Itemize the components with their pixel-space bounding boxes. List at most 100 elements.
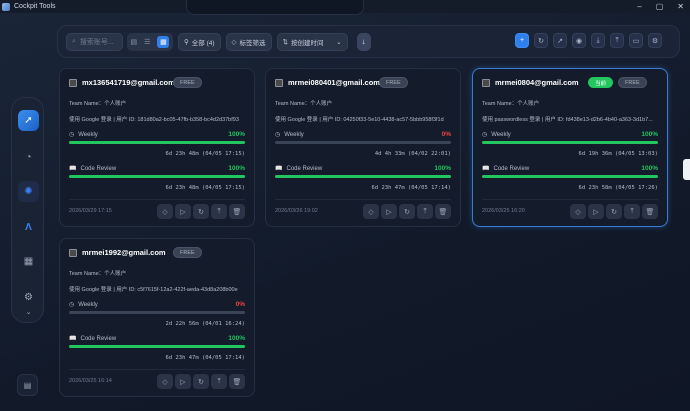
quota-label: 📖 Code Review: [69, 165, 117, 173]
export-card-button[interactable]: ⤒: [624, 204, 640, 219]
quota-bar-fill: [69, 141, 245, 144]
refresh-card-button[interactable]: ↻: [193, 374, 209, 389]
add-account-button[interactable]: +: [515, 33, 529, 48]
sidebar-item-antigravity[interactable]: Λ: [18, 217, 39, 238]
grid-view-icon[interactable]: ▦: [157, 35, 170, 48]
delete-button[interactable]: 🗑: [435, 204, 451, 219]
switch-button[interactable]: ▷: [175, 204, 191, 219]
sidebar-item-usage[interactable]: ◔: [18, 147, 39, 168]
rocket-icon: ➚: [24, 115, 33, 126]
account-card[interactable]: mx136541719@gmail.com FREE Team Name：个人账…: [59, 68, 255, 227]
sidebar: ➚ ◔ ✺ Λ ▦ ⚙ ⌄: [11, 97, 44, 323]
sidebar-item-apps[interactable]: ▦: [18, 251, 39, 272]
compact-view-icon[interactable]: ▤: [131, 38, 138, 46]
export-card-button[interactable]: ⤒: [211, 374, 227, 389]
import-button[interactable]: ⤓: [591, 33, 605, 48]
sidebar-expand-button[interactable]: ⌄: [18, 306, 39, 318]
quota-bar: [69, 345, 245, 348]
created-time: 2026/03/25 16:14: [69, 378, 112, 384]
top-panel-handle[interactable]: [186, 0, 364, 15]
account-card[interactable]: mrmei080401@gmail.com FREE Team Name：个人账…: [265, 68, 461, 227]
quota-name: Code Review: [80, 165, 117, 172]
export-card-button[interactable]: ⤒: [417, 204, 433, 219]
tag-button[interactable]: ◇: [157, 204, 173, 219]
refresh-button[interactable]: ↻: [534, 33, 548, 48]
logs-button[interactable]: ▤: [17, 374, 38, 396]
user-id: 使用 Google 登录 | 用户 ID: 181d80a2-bc05-47fb…: [69, 117, 239, 123]
sidebar-item-settings[interactable]: ⚙: [18, 287, 39, 308]
quota-percent: 100%: [228, 335, 245, 342]
select-checkbox[interactable]: [69, 249, 77, 257]
close-button[interactable]: ✕: [677, 2, 684, 11]
quota-name: Weekly: [78, 301, 98, 308]
clock-icon: ◷: [275, 132, 281, 138]
tag-icon: ◇: [368, 208, 374, 216]
quota-name: Code Review: [80, 335, 117, 342]
add-icon: +: [519, 37, 525, 44]
account-card[interactable]: mrmei0804@gmail.com 当前 FREE Team Name：个人账…: [472, 68, 668, 227]
team-name: Team Name：个人账户: [69, 101, 127, 107]
search-icon: ⌕: [72, 37, 76, 45]
filter-all-button[interactable]: ⚲ 全部 (4): [178, 32, 221, 51]
edge-handle[interactable]: [683, 159, 690, 180]
quota-bar-fill: [69, 345, 245, 348]
tag-button[interactable]: ◇: [157, 374, 173, 389]
badges: FREE: [379, 77, 408, 88]
export-card-button[interactable]: ⤒: [211, 204, 227, 219]
antigravity-icon: Λ: [25, 222, 32, 233]
settings-icon: ⚙: [24, 292, 33, 303]
filter-icon: ⚲: [184, 38, 189, 46]
search-input[interactable]: ⌕ 搜索账号...: [66, 32, 123, 51]
tag-filter-button[interactable]: ◇ 标签筛选: [225, 32, 272, 51]
user-id: 使用 passwordless 登录 | 用户 ID: fd438e13-d2b…: [482, 117, 653, 123]
book-icon: 📖: [69, 336, 77, 342]
trash-icon: 🗑: [645, 208, 655, 216]
clock-icon: ◷: [482, 132, 488, 138]
divider: [69, 369, 245, 370]
select-checkbox[interactable]: [482, 79, 490, 87]
delete-button[interactable]: 🗑: [229, 204, 245, 219]
tag-button[interactable]: ◇: [363, 204, 379, 219]
select-checkbox[interactable]: [69, 79, 77, 87]
play-icon: ▷: [593, 208, 599, 216]
import-icon: ⤓: [596, 36, 600, 44]
account-card[interactable]: mrmei1992@gmail.com FREE Team Name：个人账户 …: [59, 238, 255, 397]
quota-bar: [69, 141, 245, 144]
search-placeholder: 搜索账号...: [79, 38, 114, 46]
divider: [482, 199, 658, 200]
sidebar-item-dashboard[interactable]: ➚: [18, 110, 39, 131]
maximize-button[interactable]: ▢: [656, 2, 664, 11]
play-icon: ▷: [180, 378, 186, 386]
refresh-card-button[interactable]: ↻: [606, 204, 622, 219]
delete-button[interactable]: 🗑: [642, 204, 658, 219]
open-external-button[interactable]: ↗: [553, 33, 567, 48]
quota-reset-time: 4d 4h 33m (04/02 22:01): [374, 151, 451, 157]
list-view-icon[interactable]: ☰: [144, 38, 150, 46]
refresh-card-button[interactable]: ↻: [193, 204, 209, 219]
trash-icon: 🗑: [232, 378, 242, 386]
sidebar-item-codex[interactable]: ✺: [18, 181, 39, 202]
switch-button[interactable]: ▷: [175, 374, 191, 389]
visibility-button[interactable]: ◉: [572, 33, 586, 48]
quota-bar: [482, 175, 658, 178]
refresh-card-button[interactable]: ↻: [399, 204, 415, 219]
switch-button[interactable]: ▷: [381, 204, 397, 219]
quota-reset-time: 6d 23h 48m (04/05 17:15): [165, 185, 245, 191]
tag-button[interactable]: ◇: [570, 204, 586, 219]
sort-select[interactable]: ⇅ 按创建时间 ⌄: [276, 32, 348, 51]
created-time: 2026/03/25 16:20: [482, 208, 525, 214]
account-email: mrmei0804@gmail.com: [495, 78, 579, 87]
delete-button[interactable]: 🗑: [229, 374, 245, 389]
sort-direction-button[interactable]: ↓: [356, 32, 371, 51]
account-email: mx136541719@gmail.com: [82, 78, 175, 87]
refresh-icon: ↻: [198, 378, 204, 386]
badges: FREE: [173, 77, 202, 88]
refresh-icon: ↻: [198, 208, 204, 216]
switch-button[interactable]: ▷: [588, 204, 604, 219]
settings-button[interactable]: ⚙: [648, 33, 662, 48]
export-button[interactable]: ⤒: [610, 33, 624, 48]
minimize-button[interactable]: –: [637, 2, 641, 11]
quota-bar: [275, 141, 451, 144]
select-checkbox[interactable]: [275, 79, 283, 87]
folder-button[interactable]: ▭: [629, 33, 643, 48]
